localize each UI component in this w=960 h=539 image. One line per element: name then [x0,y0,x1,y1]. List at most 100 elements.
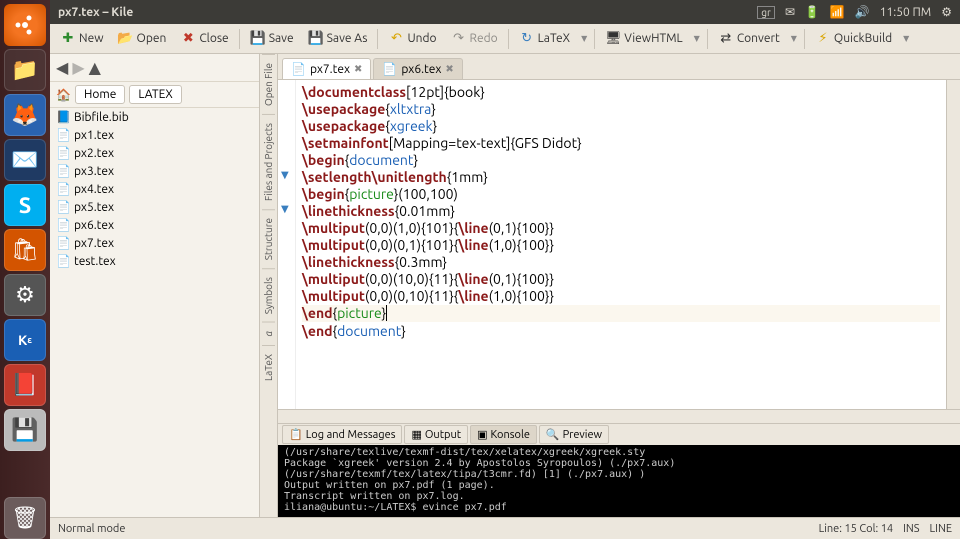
save-button[interactable]: 💾Save [244,29,300,49]
tab-close-icon[interactable]: ✖ [445,63,453,75]
evince-icon[interactable]: 📕 [4,364,46,406]
file-item[interactable]: 📄px3.tex [50,162,259,180]
file-icon: 📄 [56,218,70,232]
convert-dropdown[interactable]: ▼ [788,34,800,43]
new-label: New [79,32,104,45]
editor-area: 📄px7.tex✖📄px6.tex✖ ▼▼ \documentclass[12p… [278,54,960,517]
undo-label: Undo [407,32,436,45]
preview-icon: 🔍 [546,428,560,441]
fold-marker[interactable]: ▼ [281,169,289,181]
nav-up-icon[interactable]: ▲ [89,58,101,77]
close-icon: ✖ [180,31,196,47]
ubuntu-launcher: 📁 🦊 ✉️ S 🛍 ⚙ Kε 📕 💾 🗑 [0,0,50,539]
file-item[interactable]: 📄px1.tex [50,126,259,144]
viewhtml-dropdown[interactable]: ▼ [691,34,703,43]
trash-icon[interactable]: 🗑 [4,497,46,539]
file-item[interactable]: 📘Bibfile.bib [50,108,259,126]
tab-label: px6.tex [401,63,441,76]
file-item[interactable]: 📄test.tex [50,252,259,270]
file-list[interactable]: 📘Bibfile.bib📄px1.tex📄px2.tex📄px3.tex📄px4… [50,108,259,517]
files-app-icon[interactable]: 📁 [4,49,46,91]
quickbuild-label: QuickBuild [834,32,892,45]
thunderbird-icon[interactable]: ✉️ [4,139,46,181]
file-item[interactable]: 📄px4.tex [50,180,259,198]
network-indicator-icon[interactable]: 📶 [830,5,845,19]
log-icon: 📋 [289,428,303,441]
vertical-tool-tabs: Open File Files and Projects Structure S… [260,54,278,517]
mail-indicator-icon[interactable]: ✉ [785,5,795,19]
quickbuild-icon: ⚡ [815,31,831,47]
file-name: px6.tex [74,219,114,232]
file-sidebar: ◀ ▶ ▲ 🏠 Home LATEX 📘Bibfile.bib📄px1.tex📄… [50,54,260,517]
home-icon[interactable]: 🏠 [56,88,71,102]
software-center-icon[interactable]: 🛍 [4,229,46,271]
vtab-latex2[interactable]: LaTeX [262,345,275,389]
file-name: test.tex [74,255,116,268]
vtab-openfile[interactable]: Open File [262,54,275,114]
new-button[interactable]: ✚New [54,29,110,49]
viewhtml-label: ViewHTML [624,32,682,45]
horizontal-scrollbar[interactable] [278,409,960,423]
redo-button[interactable]: ↷Redo [445,29,504,49]
viewhtml-button[interactable]: 🖥ViewHTML [599,29,688,49]
dash-button[interactable] [4,4,46,46]
file-icon: 📄 [56,128,70,142]
open-button[interactable]: 📂Open [112,29,173,49]
undo-button[interactable]: ↶Undo [382,29,442,49]
quickbuild-dropdown[interactable]: ▼ [900,34,912,43]
saveas-label: Save As [327,32,368,45]
quickbuild-button[interactable]: ⚡QuickBuild [809,29,898,49]
file-item[interactable]: 📄px2.tex [50,144,259,162]
convert-button[interactable]: ⇄Convert [712,29,786,49]
sound-indicator-icon[interactable]: 🔊 [855,5,870,19]
fold-marker[interactable]: ▼ [281,203,289,215]
latex-dropdown[interactable]: ▼ [578,34,590,43]
vtab-symbols[interactable]: Symbols [262,268,275,322]
vtab-latex[interactable]: α [262,322,275,345]
undo-icon: ↶ [388,31,404,47]
crumb-home[interactable]: Home [75,85,125,104]
file-item[interactable]: 📄px7.tex [50,234,259,252]
konsole-output[interactable]: (/usr/share/texlive/texmf-dist/tex/xelat… [278,445,960,517]
close-button[interactable]: ✖Close [174,29,234,49]
keyboard-indicator[interactable]: gr [757,6,775,19]
vertical-scrollbar[interactable] [946,80,960,409]
btab-log-label: Log and Messages [306,429,396,441]
btab-konsole[interactable]: ▣Konsole [470,425,537,444]
file-item[interactable]: 📄px5.tex [50,198,259,216]
window-title: px7.tex – Kile [58,6,757,19]
btab-log[interactable]: 📋Log and Messages [282,425,402,444]
vtab-structure[interactable]: Structure [262,209,275,268]
file-item[interactable]: 📄 px6.tex [50,216,259,234]
settings-icon[interactable]: ⚙ [4,274,46,316]
saveas-button[interactable]: 💾Save As [302,29,374,49]
battery-indicator-icon[interactable]: 🔋 [805,5,820,19]
saveas-icon: 💾 [308,31,324,47]
code-editor[interactable]: ▼▼ \documentclass[12pt]{book}\usepackage… [278,80,960,409]
clock[interactable]: 11:50 ΠΜ [880,6,931,19]
session-indicator-icon[interactable]: ⚙ [941,5,952,19]
file-name: px3.tex [74,165,114,178]
kile-icon[interactable]: Kε [4,319,46,361]
nav-forward-icon[interactable]: ▶ [72,58,84,77]
system-indicators[interactable]: gr ✉ 🔋 📶 🔊 11:50 ΠΜ ⚙ [757,5,952,19]
nav-back-icon[interactable]: ◀ [56,58,68,77]
bottom-tool-tabs: 📋Log and Messages ▦Output ▣Konsole 🔍Prev… [278,423,960,445]
editor-tab[interactable]: 📄px7.tex✖ [282,58,371,79]
latex-icon: ↻ [519,31,535,47]
latex-button[interactable]: ↻LaTeX [513,29,576,49]
new-icon: ✚ [60,31,76,47]
editor-tab[interactable]: 📄px6.tex✖ [373,58,462,79]
btab-preview[interactable]: 🔍Preview [539,425,609,444]
tab-close-icon[interactable]: ✖ [354,63,362,75]
firefox-icon[interactable]: 🦊 [4,94,46,136]
tab-icon: 📄 [291,62,306,76]
crumb-folder[interactable]: LATEX [129,85,181,104]
skype-icon[interactable]: S [4,184,46,226]
file-icon: 📄 [56,146,70,160]
file-icon: 📄 [56,236,70,250]
btab-output[interactable]: ▦Output [404,425,468,444]
save-icon: 💾 [250,31,266,47]
vtab-projects[interactable]: Files and Projects [262,114,275,209]
drive-icon[interactable]: 💾 [4,409,46,451]
